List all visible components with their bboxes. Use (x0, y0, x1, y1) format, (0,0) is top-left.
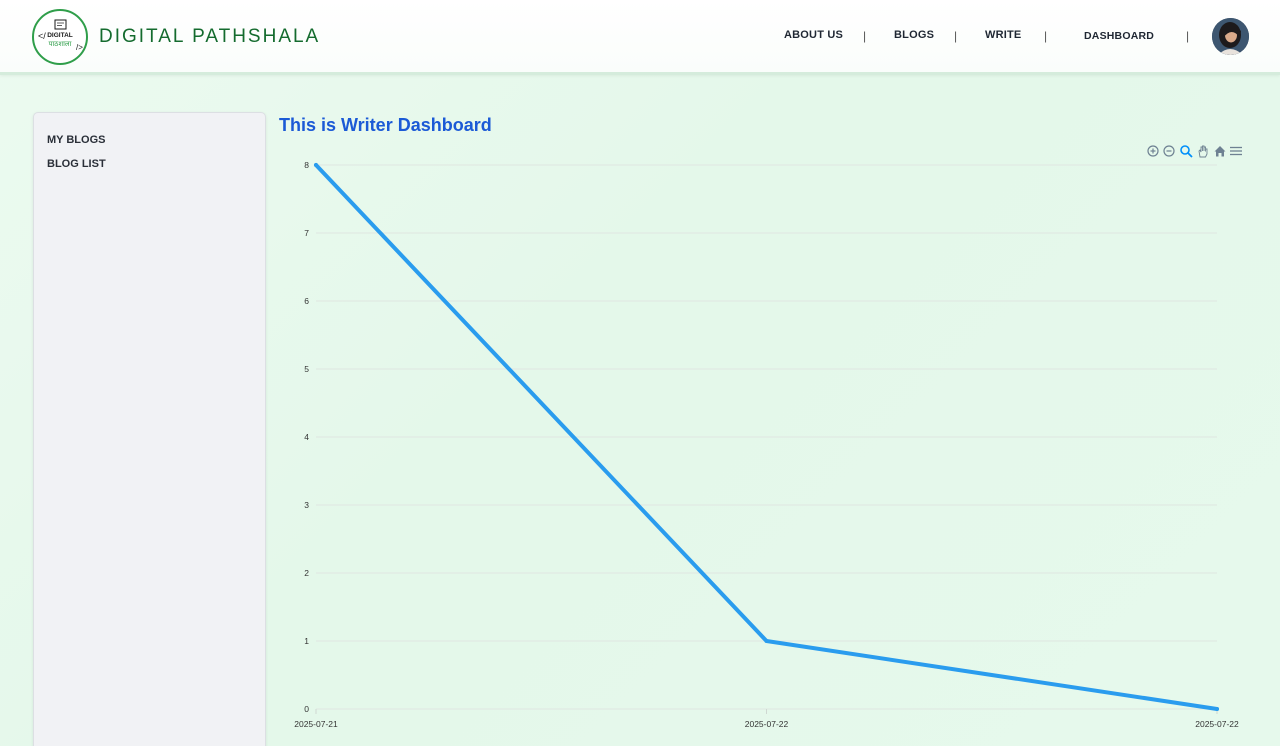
logo-text-bottom: पाठशाला (49, 40, 72, 48)
nav-about-us[interactable]: ABOUT US (784, 29, 843, 41)
y-tick-label: 8 (304, 160, 309, 170)
nav-separator: | (863, 29, 867, 43)
data-point[interactable] (1215, 707, 1219, 711)
brand-name[interactable]: DIGITAL PATHSHALA (99, 26, 320, 48)
user-avatar[interactable] (1212, 18, 1249, 55)
nav-separator: | (954, 29, 958, 43)
sidebar-item-my-blogs[interactable]: MY BLOGS (47, 134, 105, 146)
y-tick-label: 3 (304, 500, 309, 510)
logo-icon: </ DIGITAL पाठशाला /> (38, 19, 83, 52)
y-tick-label: 7 (304, 228, 309, 238)
avatar-image (1212, 18, 1249, 55)
x-tick-label: 2025-07-21 (294, 719, 338, 729)
nav-blogs[interactable]: BLOGS (894, 29, 934, 41)
data-point[interactable] (314, 163, 318, 167)
page-title: This is Writer Dashboard (279, 115, 492, 135)
x-tick-label: 2025-07-22 (1195, 719, 1239, 729)
svg-text:</: </ (38, 31, 46, 41)
nav-separator: | (1186, 29, 1190, 43)
line-chart: 0 1 2 3 4 5 6 7 8 2025-07-21 2025-07-22 2025-07-22 (294, 160, 1239, 729)
y-tick-label: 0 (304, 704, 309, 714)
x-tick-label: 2025-07-22 (745, 719, 789, 729)
logo-text-top: DIGITAL (47, 32, 73, 39)
y-tick-label: 2 (304, 568, 309, 578)
y-tick-label: 1 (304, 636, 309, 646)
nav-write[interactable]: WRITE (985, 29, 1021, 41)
sidebar: MY BLOGS BLOG LIST (33, 112, 266, 746)
top-navbar: </ DIGITAL पाठशाला /> DIGITAL PATHSHALA … (0, 0, 1280, 75)
nav-dashboard[interactable]: DASHBOARD (1084, 30, 1154, 42)
y-tick-label: 6 (304, 296, 309, 306)
sidebar-item-blog-list[interactable]: BLOG LIST (47, 158, 106, 170)
data-point[interactable] (764, 639, 769, 643)
svg-text:/>: /> (76, 43, 83, 52)
nav-separator: | (1044, 29, 1048, 43)
y-tick-label: 4 (304, 432, 309, 442)
y-tick-label: 5 (304, 364, 309, 374)
site-logo[interactable]: </ DIGITAL पाठशाला /> (32, 9, 88, 65)
